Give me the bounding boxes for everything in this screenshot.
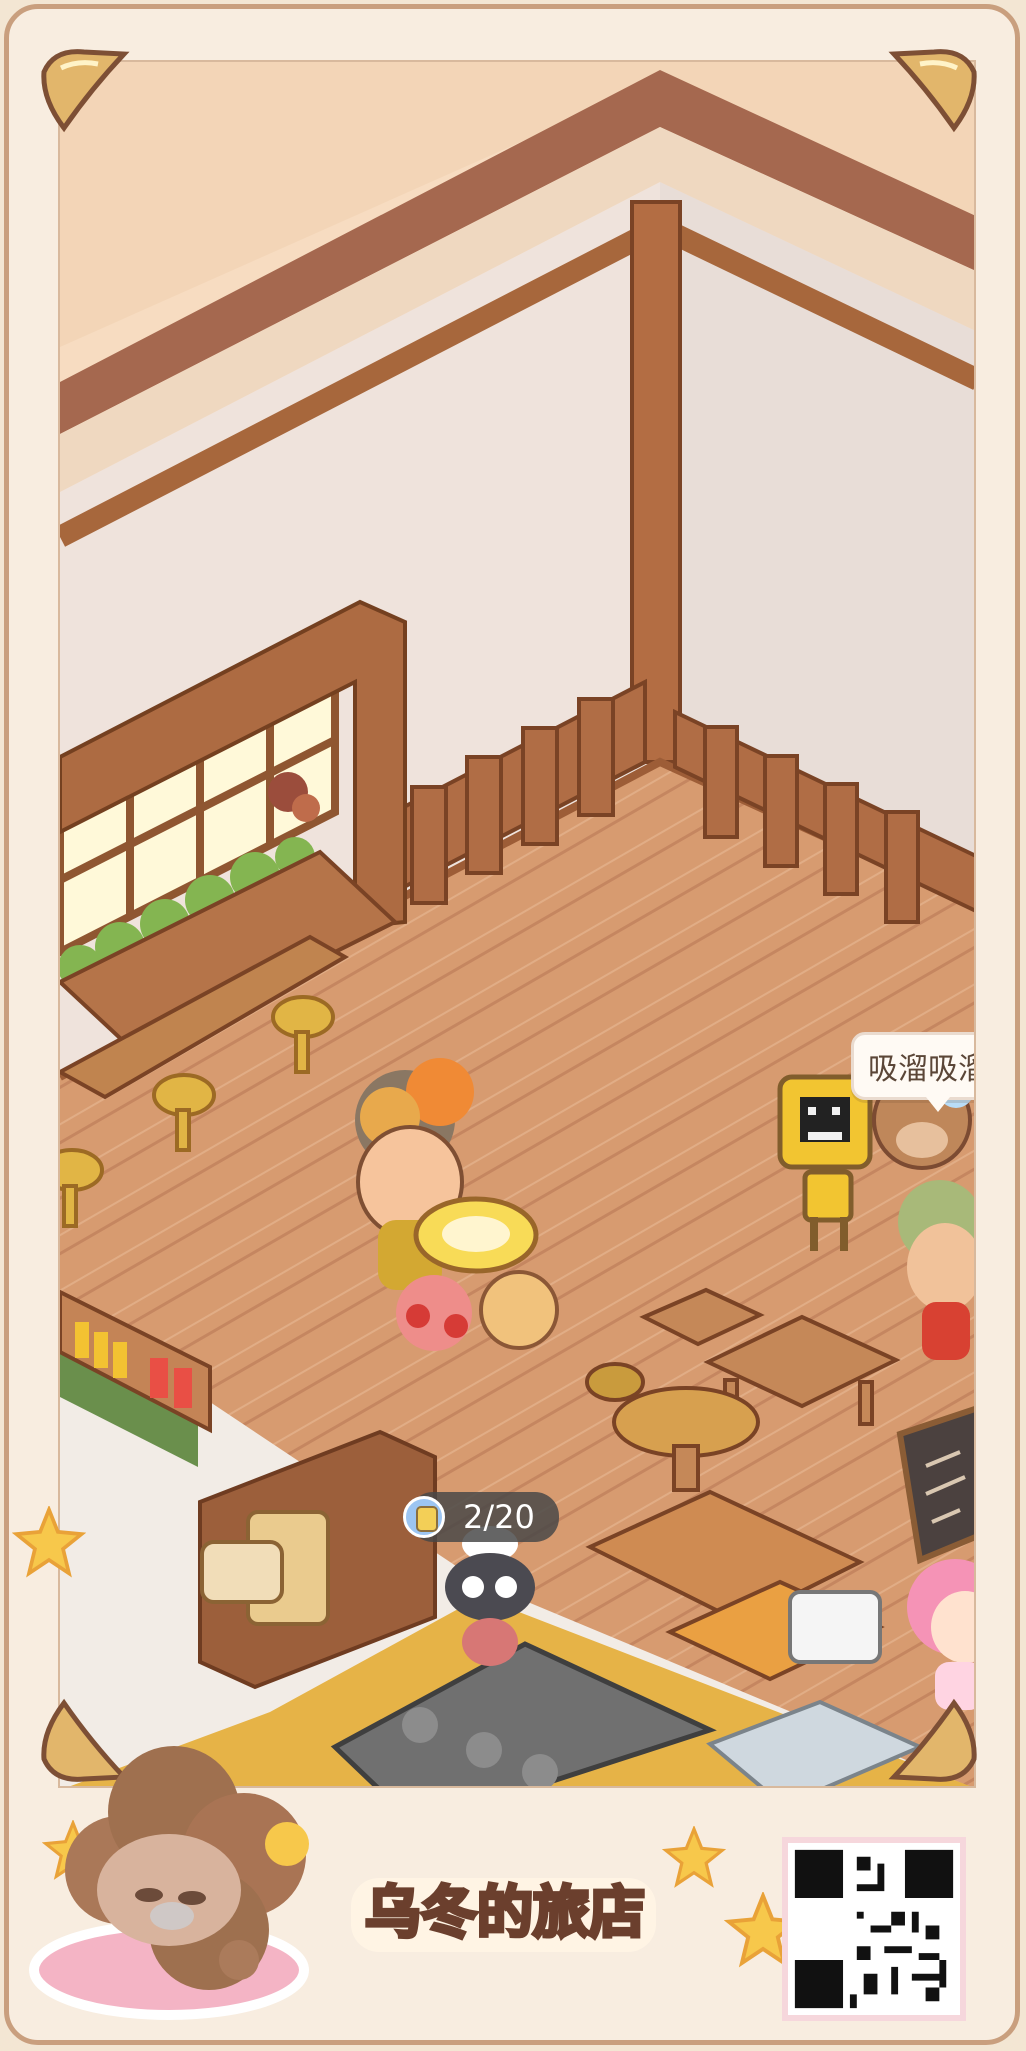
task-counter[interactable]: 2/20 [403,1492,559,1542]
corner-tab-icon [888,1698,977,1782]
corner-tab-icon [41,49,130,133]
star-icon [662,1826,726,1888]
star-icon [12,1506,86,1578]
game-logo: 乌冬的旅店 [345,1866,665,1964]
game-screen[interactable]: 吸溜吸溜 2/20 [58,60,976,1788]
game-logo-art: 乌冬的旅店 [351,1878,656,1952]
qr-code-graphic [788,1843,960,2015]
task-counter-text: 2/20 [463,1498,535,1536]
game-title: 乌冬的旅店 [365,1881,645,1946]
corner-tab-icon [888,49,977,133]
sheep-mascot [29,1746,309,2020]
customer-speech-bubble: 吸溜吸溜 [851,1032,974,1112]
qr-code [782,1837,966,2021]
jar-icon [403,1496,445,1538]
